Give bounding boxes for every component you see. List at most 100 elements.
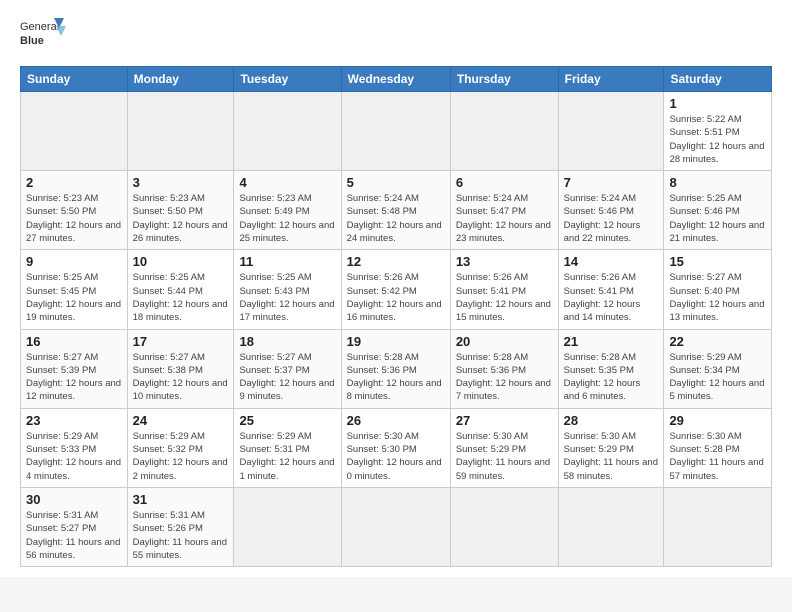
- day-cell: 16 Sunrise: 5:27 AM Sunset: 5:39 PM Dayli…: [21, 329, 128, 408]
- day-cell: 7 Sunrise: 5:24 AM Sunset: 5:46 PM Daylig…: [558, 171, 664, 250]
- day-info: Sunrise: 5:27 AM Sunset: 5:39 PM Dayligh…: [26, 351, 122, 404]
- day-number: 18: [239, 334, 335, 349]
- day-info: Sunrise: 5:30 AM Sunset: 5:29 PM Dayligh…: [456, 430, 553, 483]
- day-number: 29: [669, 413, 766, 428]
- day-info: Sunrise: 5:29 AM Sunset: 5:34 PM Dayligh…: [669, 351, 766, 404]
- day-number: 16: [26, 334, 122, 349]
- week-row-4: 16 Sunrise: 5:27 AM Sunset: 5:39 PM Dayli…: [21, 329, 772, 408]
- day-number: 7: [564, 175, 659, 190]
- day-cell: 13 Sunrise: 5:26 AM Sunset: 5:41 PM Dayli…: [450, 250, 558, 329]
- day-cell: 14 Sunrise: 5:26 AM Sunset: 5:41 PM Dayli…: [558, 250, 664, 329]
- col-header-wednesday: Wednesday: [341, 67, 450, 92]
- day-number: 8: [669, 175, 766, 190]
- day-number: 14: [564, 254, 659, 269]
- week-row-6: 30Sunrise: 5:31 AM Sunset: 5:27 PM Dayli…: [21, 487, 772, 566]
- day-cell: [341, 92, 450, 171]
- day-info: Sunrise: 5:25 AM Sunset: 5:45 PM Dayligh…: [26, 271, 122, 324]
- day-cell: 2 Sunrise: 5:23 AM Sunset: 5:50 PM Daylig…: [21, 171, 128, 250]
- day-cell: [664, 487, 772, 566]
- day-number: 2: [26, 175, 122, 190]
- col-header-sunday: Sunday: [21, 67, 128, 92]
- day-cell: 1Sunrise: 5:22 AM Sunset: 5:51 PM Daylig…: [664, 92, 772, 171]
- day-info: Sunrise: 5:25 AM Sunset: 5:46 PM Dayligh…: [669, 192, 766, 245]
- day-number: 23: [26, 413, 122, 428]
- day-info: Sunrise: 5:29 AM Sunset: 5:32 PM Dayligh…: [133, 430, 229, 483]
- day-info: Sunrise: 5:29 AM Sunset: 5:33 PM Dayligh…: [26, 430, 122, 483]
- day-number: 19: [347, 334, 445, 349]
- header: General Blue: [20, 16, 772, 58]
- day-number: 30: [26, 492, 122, 507]
- day-info: Sunrise: 5:22 AM Sunset: 5:51 PM Dayligh…: [669, 113, 766, 166]
- day-cell: [341, 487, 450, 566]
- day-number: 27: [456, 413, 553, 428]
- day-cell: 17Sunrise: 5:27 AM Sunset: 5:38 PM Dayli…: [127, 329, 234, 408]
- day-cell: 29 Sunrise: 5:30 AM Sunset: 5:28 PM Dayli…: [664, 408, 772, 487]
- day-cell: 30Sunrise: 5:31 AM Sunset: 5:27 PM Dayli…: [21, 487, 128, 566]
- day-cell: 23 Sunrise: 5:29 AM Sunset: 5:33 PM Dayli…: [21, 408, 128, 487]
- day-cell: 10Sunrise: 5:25 AM Sunset: 5:44 PM Dayli…: [127, 250, 234, 329]
- day-cell: [558, 487, 664, 566]
- day-number: 21: [564, 334, 659, 349]
- day-cell: 26Sunrise: 5:30 AM Sunset: 5:30 PM Dayli…: [341, 408, 450, 487]
- day-info: Sunrise: 5:26 AM Sunset: 5:41 PM Dayligh…: [456, 271, 553, 324]
- day-number: 31: [133, 492, 229, 507]
- day-info: Sunrise: 5:28 AM Sunset: 5:35 PM Dayligh…: [564, 351, 659, 404]
- day-info: Sunrise: 5:30 AM Sunset: 5:29 PM Dayligh…: [564, 430, 659, 483]
- day-info: Sunrise: 5:23 AM Sunset: 5:50 PM Dayligh…: [26, 192, 122, 245]
- page: General Blue SundayMondayTuesdayWednesda…: [0, 0, 792, 577]
- day-info: Sunrise: 5:24 AM Sunset: 5:46 PM Dayligh…: [564, 192, 659, 245]
- day-info: Sunrise: 5:30 AM Sunset: 5:28 PM Dayligh…: [669, 430, 766, 483]
- day-info: Sunrise: 5:27 AM Sunset: 5:40 PM Dayligh…: [669, 271, 766, 324]
- day-cell: 18Sunrise: 5:27 AM Sunset: 5:37 PM Dayli…: [234, 329, 341, 408]
- day-cell: [21, 92, 128, 171]
- day-number: 17: [133, 334, 229, 349]
- day-cell: 6 Sunrise: 5:24 AM Sunset: 5:47 PM Daylig…: [450, 171, 558, 250]
- day-cell: 27 Sunrise: 5:30 AM Sunset: 5:29 PM Dayli…: [450, 408, 558, 487]
- day-cell: 25Sunrise: 5:29 AM Sunset: 5:31 PM Dayli…: [234, 408, 341, 487]
- col-header-tuesday: Tuesday: [234, 67, 341, 92]
- day-cell: 19 Sunrise: 5:28 AM Sunset: 5:36 PM Dayli…: [341, 329, 450, 408]
- svg-text:General: General: [20, 21, 59, 33]
- week-row-2: 2 Sunrise: 5:23 AM Sunset: 5:50 PM Daylig…: [21, 171, 772, 250]
- day-cell: [234, 487, 341, 566]
- day-cell: 20 Sunrise: 5:28 AM Sunset: 5:36 PM Dayli…: [450, 329, 558, 408]
- day-number: 11: [239, 254, 335, 269]
- day-info: Sunrise: 5:25 AM Sunset: 5:43 PM Dayligh…: [239, 271, 335, 324]
- day-info: Sunrise: 5:23 AM Sunset: 5:50 PM Dayligh…: [133, 192, 229, 245]
- day-cell: 15 Sunrise: 5:27 AM Sunset: 5:40 PM Dayli…: [664, 250, 772, 329]
- day-number: 5: [347, 175, 445, 190]
- week-row-5: 23 Sunrise: 5:29 AM Sunset: 5:33 PM Dayli…: [21, 408, 772, 487]
- day-info: Sunrise: 5:26 AM Sunset: 5:41 PM Dayligh…: [564, 271, 659, 324]
- svg-text:Blue: Blue: [20, 35, 44, 47]
- day-cell: 31 Sunrise: 5:31 AM Sunset: 5:26 PM Dayli…: [127, 487, 234, 566]
- day-cell: 28Sunrise: 5:30 AM Sunset: 5:29 PM Dayli…: [558, 408, 664, 487]
- day-number: 22: [669, 334, 766, 349]
- day-info: Sunrise: 5:28 AM Sunset: 5:36 PM Dayligh…: [456, 351, 553, 404]
- day-number: 4: [239, 175, 335, 190]
- day-info: Sunrise: 5:23 AM Sunset: 5:49 PM Dayligh…: [239, 192, 335, 245]
- day-cell: 9Sunrise: 5:25 AM Sunset: 5:45 PM Daylig…: [21, 250, 128, 329]
- day-info: Sunrise: 5:24 AM Sunset: 5:47 PM Dayligh…: [456, 192, 553, 245]
- day-cell: 4 Sunrise: 5:23 AM Sunset: 5:49 PM Daylig…: [234, 171, 341, 250]
- calendar-header-row: SundayMondayTuesdayWednesdayThursdayFrid…: [21, 67, 772, 92]
- col-header-thursday: Thursday: [450, 67, 558, 92]
- day-number: 6: [456, 175, 553, 190]
- day-info: Sunrise: 5:30 AM Sunset: 5:30 PM Dayligh…: [347, 430, 445, 483]
- day-cell: 11 Sunrise: 5:25 AM Sunset: 5:43 PM Dayli…: [234, 250, 341, 329]
- day-number: 12: [347, 254, 445, 269]
- day-info: Sunrise: 5:31 AM Sunset: 5:26 PM Dayligh…: [133, 509, 229, 562]
- day-info: Sunrise: 5:25 AM Sunset: 5:44 PM Dayligh…: [133, 271, 229, 324]
- day-cell: 8 Sunrise: 5:25 AM Sunset: 5:46 PM Daylig…: [664, 171, 772, 250]
- week-row-3: 9Sunrise: 5:25 AM Sunset: 5:45 PM Daylig…: [21, 250, 772, 329]
- day-cell: [558, 92, 664, 171]
- day-number: 13: [456, 254, 553, 269]
- calendar: SundayMondayTuesdayWednesdayThursdayFrid…: [20, 66, 772, 567]
- day-number: 15: [669, 254, 766, 269]
- day-cell: [127, 92, 234, 171]
- day-info: Sunrise: 5:28 AM Sunset: 5:36 PM Dayligh…: [347, 351, 445, 404]
- col-header-monday: Monday: [127, 67, 234, 92]
- day-cell: 12Sunrise: 5:26 AM Sunset: 5:42 PM Dayli…: [341, 250, 450, 329]
- day-number: 20: [456, 334, 553, 349]
- day-number: 25: [239, 413, 335, 428]
- day-cell: 3Sunrise: 5:23 AM Sunset: 5:50 PM Daylig…: [127, 171, 234, 250]
